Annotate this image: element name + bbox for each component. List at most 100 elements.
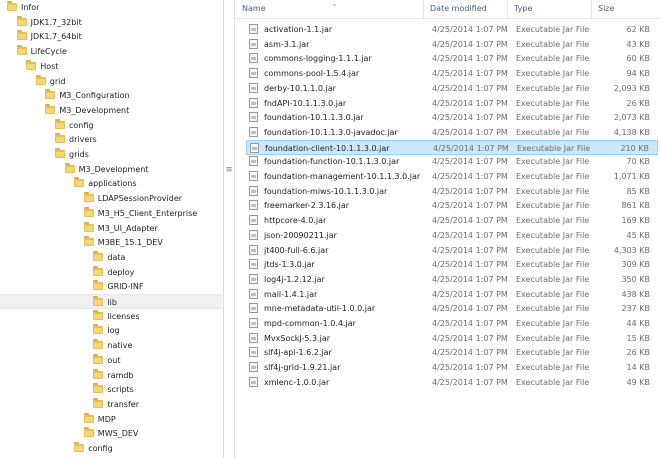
- folder-icon: [45, 89, 56, 100]
- tree-item-label: ramdb: [107, 370, 134, 380]
- file-date-modified: 4/25/2014 1:07 PM: [432, 260, 508, 270]
- tree-item-label: M3_Development: [78, 164, 149, 174]
- file-size: 62 KB: [626, 25, 650, 34]
- file-row[interactable]: asm-3.1.jar 4/25/2014 1:07 PM Executable J…: [246, 37, 658, 52]
- file-type: Executable Jar File: [516, 83, 590, 93]
- file-row[interactable]: foundation-miws-10.1.1.3.0.jar 4/25/2014 …: [246, 184, 658, 199]
- tree-item[interactable]: drivers: [0, 132, 222, 147]
- tree-item[interactable]: scripts: [0, 382, 222, 397]
- tree-item[interactable]: applications: [0, 176, 222, 191]
- file-name: foundation-miws-10.1.1.3.0.jar: [264, 186, 388, 196]
- file-size: 94 KB: [626, 69, 650, 79]
- file-row[interactable]: foundation-client-10.1.1.3.0.jar 4/25/201…: [246, 139, 658, 155]
- tree-item[interactable]: MWS_DEV: [0, 426, 222, 441]
- tree-item[interactable]: Host: [0, 59, 222, 74]
- tree-item[interactable]: config: [0, 118, 222, 133]
- tree-item[interactable]: grid: [0, 74, 222, 89]
- column-name[interactable]: Name ^: [236, 0, 424, 18]
- file-size: 1,071 KB: [613, 172, 650, 181]
- tree-item[interactable]: M3_Development: [0, 162, 222, 177]
- tree-item[interactable]: GRID-INF: [0, 279, 222, 294]
- file-row[interactable]: slf4j-api-1.6.2.jar 4/25/2014 1:07 PM Exec…: [246, 345, 658, 360]
- file-type: Executable Jar File: [516, 245, 590, 255]
- column-size[interactable]: Size: [592, 0, 660, 18]
- file-row[interactable]: mail-1.4.1.jar 4/25/2014 1:07 PM Executabl…: [246, 287, 658, 302]
- sort-ascending-icon: ^: [332, 4, 338, 11]
- file-type: Executable Jar File: [516, 54, 590, 64]
- jar-file-icon: [249, 24, 258, 34]
- file-row[interactable]: foundation-function-10.1.1.3.0.jar 4/25/2…: [246, 154, 658, 169]
- file-date-modified: 4/25/2014 1:07 PM: [432, 304, 508, 314]
- tree-item[interactable]: ramdb: [0, 368, 222, 383]
- column-name-label: Name: [242, 4, 266, 13]
- folder-icon: [93, 339, 104, 350]
- file-name: fndAPI-10.1.1.3.0.jar: [264, 98, 347, 108]
- file-size: 861 KB: [621, 201, 650, 211]
- tree-item-label: M3BE_15.1_DEV: [97, 238, 163, 248]
- tree-item[interactable]: JDK1.7_32bit: [0, 15, 222, 30]
- tree-item[interactable]: LDAPSessionProvider: [0, 191, 222, 206]
- file-row[interactable]: MvxSockJ-5.3.jar 4/25/2014 1:07 PM Executa…: [246, 331, 658, 346]
- file-row[interactable]: httpcore-4.0.jar 4/25/2014 1:07 PM Executa…: [246, 213, 658, 228]
- tree-item[interactable]: JDK1.7_64bit: [0, 29, 222, 44]
- tree-item[interactable]: M3_H5_Client_Enterprise: [0, 206, 222, 221]
- file-size: 169 KB: [621, 216, 650, 226]
- file-row[interactable]: mne-metadata-util-1.0.0.jar 4/25/2014 1:0…: [246, 301, 658, 316]
- file-date-modified: 4/25/2014 1:07 PM: [432, 289, 508, 299]
- tree-item-label: JDK1.7_32bit: [30, 17, 82, 27]
- tree-item[interactable]: data: [0, 250, 222, 265]
- tree-item[interactable]: M3_Configuration: [0, 88, 222, 103]
- tree-item[interactable]: Infor: [0, 0, 222, 15]
- column-date-modified[interactable]: Date modified: [424, 0, 508, 18]
- tree-item[interactable]: MDP: [0, 412, 222, 427]
- tree-item-label: scripts: [107, 385, 134, 395]
- tree-item-label: grid: [49, 76, 66, 86]
- tree-item[interactable]: native: [0, 338, 222, 353]
- tree-item[interactable]: transfer: [0, 397, 222, 412]
- file-row[interactable]: fndAPI-10.1.1.3.0.jar 4/25/2014 1:07 PM Ex…: [246, 96, 658, 111]
- file-row[interactable]: foundation-10.1.1.3.0-javadoc.jar 4/25/20…: [246, 125, 658, 140]
- file-row[interactable]: foundation-10.1.1.3.0.jar 4/25/2014 1:07 …: [246, 110, 658, 125]
- file-size: 2,073 KB: [613, 113, 650, 123]
- tree-item[interactable]: M3_UI_Adapter: [0, 221, 222, 236]
- file-row[interactable]: jtds-1.3.0.jar 4/25/2014 1:07 PM Executabl…: [246, 257, 658, 272]
- tree-item[interactable]: lib: [0, 294, 222, 309]
- tree-item[interactable]: log: [0, 323, 222, 338]
- tree-item[interactable]: deploy: [0, 265, 222, 280]
- tree-item[interactable]: M3BE_15.1_DEV: [0, 235, 222, 250]
- file-row[interactable]: jt400-full-6.6.jar 4/25/2014 1:07 PM Execu…: [246, 243, 658, 258]
- file-row[interactable]: foundation-management-10.1.1.3.0.jar 4/25…: [246, 169, 658, 184]
- file-date-modified: 4/25/2014 1:07 PM: [432, 39, 508, 49]
- file-row[interactable]: commons-logging-1.1.1.jar 4/25/2014 1:07 …: [246, 51, 658, 66]
- tree-item[interactable]: licenses: [0, 309, 222, 324]
- file-row[interactable]: json-20090211.jar 4/25/2014 1:07 PM Execut…: [246, 228, 658, 243]
- file-row[interactable]: freemarker-2.3.16.jar 4/25/2014 1:07 PM Ex…: [246, 198, 658, 213]
- tree-item-label: grids: [69, 150, 89, 159]
- tree-item-label: data: [107, 252, 126, 262]
- file-date-modified: 4/25/2014 1:07 PM: [432, 245, 508, 255]
- folder-icon: [16, 15, 27, 26]
- column-type[interactable]: Type: [508, 0, 592, 18]
- file-row[interactable]: mpd-common-1.0.4.jar 4/25/2014 1:07 PM Exe…: [246, 316, 658, 331]
- jar-file-icon: [249, 68, 258, 79]
- tree-item-label: MWS_DEV: [97, 429, 139, 439]
- tree-item-label: GRID-INF: [107, 282, 144, 292]
- folder-icon: [93, 309, 104, 320]
- file-size: 14 KB: [626, 363, 650, 373]
- tree-item[interactable]: LifeCycle: [0, 44, 222, 59]
- tree-item[interactable]: out: [0, 353, 222, 368]
- column-type-label: Type: [514, 4, 533, 13]
- file-name: json-20090211.jar: [264, 230, 337, 240]
- tree-item[interactable]: config: [0, 441, 222, 456]
- tree-item[interactable]: M3_Development: [0, 103, 222, 118]
- file-row[interactable]: commons-pool-1.5.4.jar 4/25/2014 1:07 PM E…: [246, 66, 658, 81]
- file-name: freemarker-2.3.16.jar: [264, 201, 350, 211]
- file-row[interactable]: activation-1.1.jar 4/25/2014 1:07 PM Execu…: [246, 22, 658, 37]
- pane-splitter[interactable]: ≡: [223, 0, 235, 458]
- file-row[interactable]: slf4j-grid-1.9.21.jar 4/25/2014 1:07 PM Ex…: [246, 360, 658, 375]
- file-row[interactable]: log4j-1.2.12.jar 4/25/2014 1:07 PM Executa…: [246, 272, 658, 287]
- folder-icon: [93, 353, 104, 364]
- file-row[interactable]: xmlenc-1.0.0.jar 4/25/2014 1:07 PM Executa…: [246, 375, 658, 390]
- file-row[interactable]: derby-10.1.1.0.jar 4/25/2014 1:07 PM Execu…: [246, 81, 658, 96]
- tree-item[interactable]: grids: [0, 147, 222, 162]
